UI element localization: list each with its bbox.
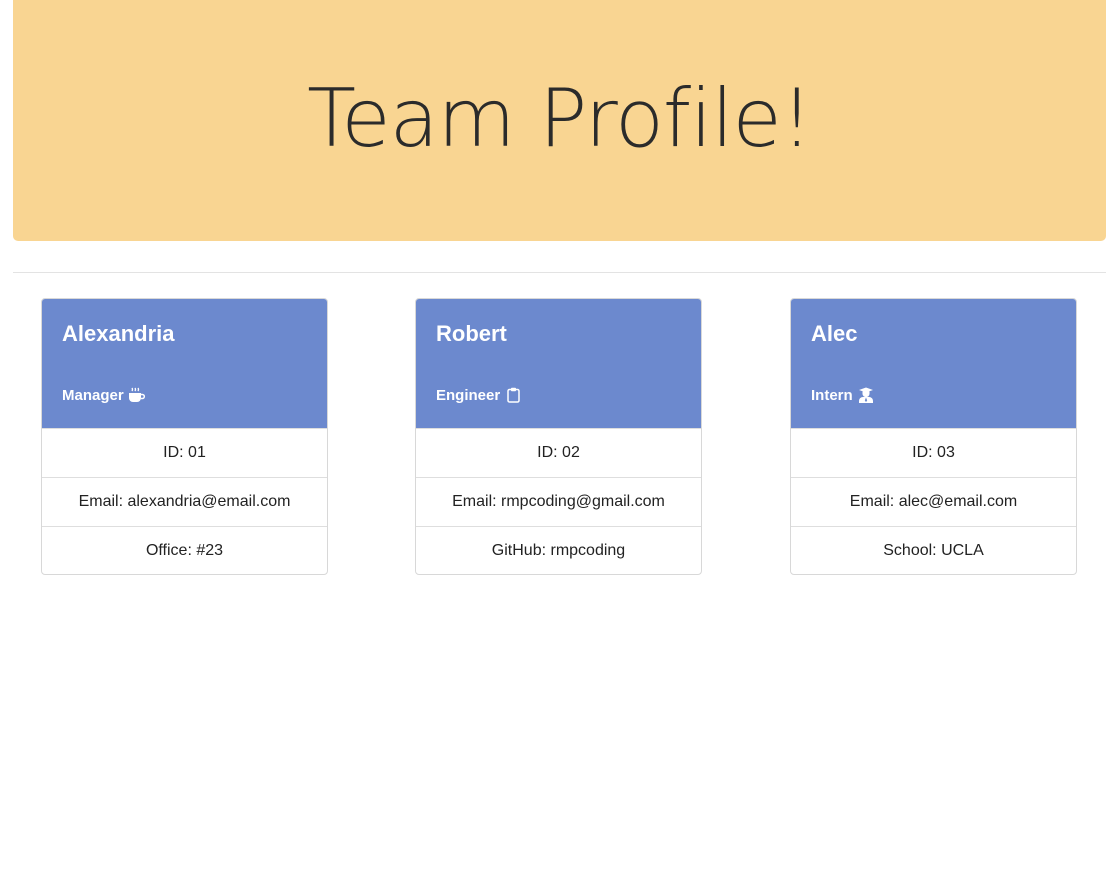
card-header: Alexandria Manager	[42, 299, 327, 428]
role-label: Manager	[62, 386, 124, 404]
employee-id: ID: 03	[791, 428, 1076, 477]
employee-card-intern: Alec Intern ID: 03 Email: alec@email.com…	[790, 298, 1077, 575]
employee-role: Manager	[62, 386, 146, 404]
employee-name: Robert	[436, 321, 507, 346]
page-title: Team Profile!	[307, 72, 813, 165]
clipboard-icon	[504, 386, 522, 404]
card-header: Alec Intern	[791, 299, 1076, 428]
coffee-icon	[128, 386, 146, 404]
role-label: Intern	[811, 386, 853, 404]
employee-name: Alexandria	[62, 321, 175, 346]
role-label: Engineer	[436, 386, 501, 404]
employee-id: ID: 02	[416, 428, 701, 477]
employee-school: School: UCLA	[791, 526, 1076, 574]
employee-role: Engineer	[436, 386, 522, 404]
employee-office: Office: #23	[42, 526, 327, 574]
employee-role: Intern	[811, 386, 875, 404]
employee-email[interactable]: Email: rmpcoding@gmail.com	[416, 477, 701, 526]
employee-name: Alec	[811, 321, 858, 346]
header-jumbotron: Team Profile!	[13, 0, 1106, 241]
employee-email[interactable]: Email: alexandria@email.com	[42, 477, 327, 526]
employee-github[interactable]: GitHub: rmpcoding	[416, 526, 701, 574]
employee-card-engineer: Robert Engineer ID: 02 Email: rmpcoding@…	[415, 298, 702, 575]
graduate-icon	[857, 386, 875, 404]
employee-card-manager: Alexandria Manager ID: 01 Email: alexand…	[41, 298, 328, 575]
divider	[13, 272, 1106, 273]
employee-email[interactable]: Email: alec@email.com	[791, 477, 1076, 526]
card-header: Robert Engineer	[416, 299, 701, 428]
employee-id: ID: 01	[42, 428, 327, 477]
